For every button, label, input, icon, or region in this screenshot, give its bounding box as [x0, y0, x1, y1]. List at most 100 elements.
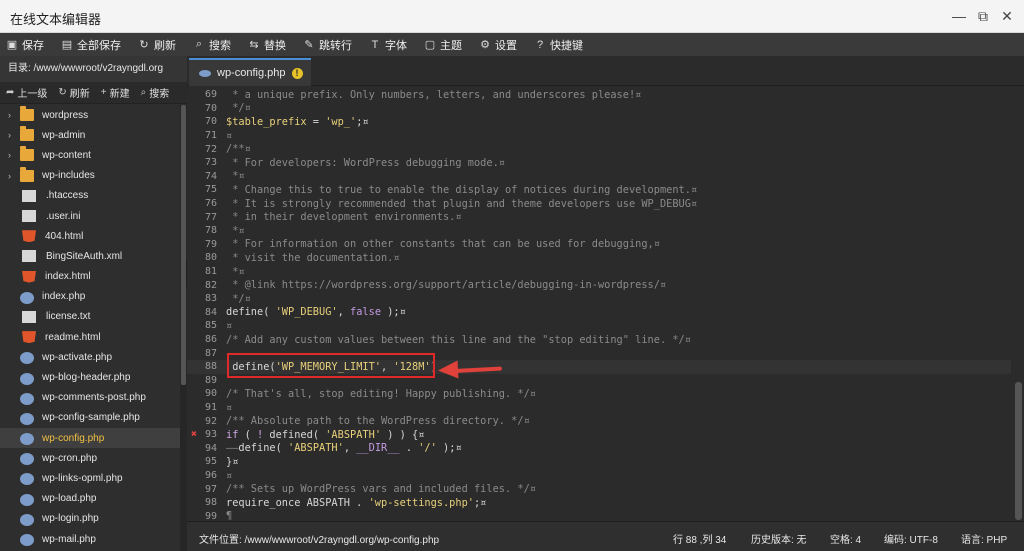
code-line[interactable]: 99 ¶ — [187, 510, 1011, 521]
sidebar-scroll-thumb[interactable] — [181, 105, 186, 385]
sidebar-refresh-label: 刷新 — [69, 89, 90, 100]
code-line[interactable]: 75 * Change this to true to enable the d… — [187, 183, 1011, 197]
sidebar-scrollbar[interactable] — [180, 105, 187, 551]
code-line[interactable]: 74 *¤ — [187, 170, 1011, 184]
file-item[interactable]: › wp-admin — [0, 125, 180, 145]
code-scroll-thumb[interactable] — [1015, 382, 1022, 520]
code-line[interactable]: 94 ——define( 'ABSPATH', __DIR__ . '/' );¤ — [187, 442, 1011, 456]
file-item[interactable]: › wp-includes — [0, 166, 180, 186]
code-line[interactable]: 96 ¤ — [187, 469, 1011, 483]
file-item[interactable]: wp-mail.php — [0, 529, 180, 549]
new-file-button[interactable]: + 新建 — [101, 85, 130, 100]
code-editor[interactable]: 99 ¶ 98 require_once ABSPATH . 'wp-settings… — [187, 86, 1024, 521]
file-item[interactable]: wp-comments-post.php — [0, 388, 180, 408]
code-token: require_once ABSPATH . — [226, 496, 369, 509]
status-history[interactable]: 历史版本: 无 — [751, 531, 807, 546]
code-line[interactable]: 72 /**¤ — [187, 142, 1011, 156]
file-item[interactable]: wp-login.php — [0, 509, 180, 529]
folder-icon — [20, 106, 34, 122]
code-line[interactable]: 92 /** Absolute path to the WordPress dir… — [187, 414, 1011, 428]
file-item[interactable]: index.html — [0, 267, 180, 287]
code-line[interactable]: ✖ 93 if ( ! defined( 'ABSPATH' ) ) {¤ — [187, 428, 1011, 442]
code-line[interactable]: 71 ¤ — [187, 129, 1011, 143]
php-file-icon — [20, 291, 34, 304]
save-button[interactable]: ▣ 保存 — [6, 37, 44, 53]
code-line[interactable]: 81 *¤ — [187, 265, 1011, 279]
file-item[interactable]: license.txt — [0, 307, 180, 327]
line-number: 77 — [204, 211, 217, 223]
code-line[interactable]: 83 */¤ — [187, 292, 1011, 306]
minimize-icon[interactable]: — — [950, 7, 968, 25]
line-number: 84 — [204, 306, 217, 318]
status-language[interactable]: 语言: PHP — [961, 531, 1007, 546]
code-line[interactable]: 80 * visit the documentation.¤ — [187, 251, 1011, 265]
close-icon[interactable]: ✕ — [998, 7, 1016, 25]
code-line[interactable]: 79 * For information on other constants … — [187, 238, 1011, 252]
file-item[interactable]: 404.html — [0, 226, 180, 246]
sidebar-search-button[interactable]: ⌕ 搜索 — [141, 85, 170, 100]
folder-icon — [20, 146, 34, 162]
code-line[interactable]: 78 *¤ — [187, 224, 1011, 238]
code-line[interactable]: 91 ¤ — [187, 401, 1011, 415]
file-item[interactable]: › wordpress — [0, 105, 180, 125]
code-line[interactable]: 70 */¤ — [187, 102, 1011, 116]
maximize-icon[interactable]: ⧉ — [974, 7, 992, 25]
settings-button[interactable]: ⚙ 设置 — [479, 37, 517, 53]
code-token: /** Absolute path to the WordPress direc… — [226, 415, 530, 428]
code-line[interactable]: 97 /** Sets up WordPress vars and include… — [187, 482, 1011, 496]
file-item[interactable]: wp-config-sample.php — [0, 408, 180, 428]
line-number: 83 — [204, 293, 217, 305]
code-line[interactable]: 98 require_once ABSPATH . 'wp-settings.ph… — [187, 496, 1011, 510]
file-item[interactable]: wp-config.php — [0, 428, 180, 449]
file-item[interactable]: wp-links-opml.php — [0, 468, 180, 488]
code-line[interactable]: 70 $table_prefix = 'wp_';¤ — [187, 115, 1011, 129]
file-item[interactable]: .user.ini — [0, 206, 180, 226]
status-encoding[interactable]: 编码: UTF-8 — [884, 531, 938, 546]
font-button[interactable]: T 字体 — [369, 37, 407, 53]
error-marker-icon[interactable]: ✖ — [191, 429, 197, 440]
code-token: ¤ — [226, 319, 233, 332]
file-item[interactable]: › wp-content — [0, 145, 180, 165]
search-button[interactable]: ⌕ 搜索 — [193, 37, 231, 53]
tab-wp-config[interactable]: wp-config.php ! — [189, 58, 311, 86]
code-line[interactable]: 76 * It is strongly recommended that plu… — [187, 197, 1011, 211]
code-token: );¤ — [436, 442, 462, 455]
file-icon — [22, 250, 36, 263]
refresh-button[interactable]: ↻ 刷新 — [138, 37, 176, 53]
code-line[interactable]: 69 * a unique prefix. Only numbers, lett… — [187, 88, 1011, 102]
status-indent[interactable]: 空格: 4 — [830, 531, 861, 546]
file-item[interactable]: wp-activate.php — [0, 347, 180, 367]
goto-line-button[interactable]: ✎ 跳转行 — [303, 37, 352, 53]
file-item[interactable]: BingSiteAuth.xml — [0, 246, 180, 266]
sidebar-refresh-button[interactable]: ↻ 刷新 — [58, 85, 89, 100]
code-line[interactable]: 77 * in their development environments.¤ — [187, 210, 1011, 224]
code-text: require_once ABSPATH . 'wp-settings.php'… — [226, 497, 486, 509]
file-name: index.html — [45, 271, 91, 283]
theme-button[interactable]: ▢ 主题 — [424, 37, 462, 53]
unsaved-badge: ! — [291, 67, 303, 79]
file-item[interactable]: readme.html — [0, 327, 180, 347]
line-number: 74 — [204, 170, 217, 182]
code-line[interactable]: 86 /* Add any custom values between this … — [187, 333, 1011, 347]
code-line[interactable]: 84 define( 'WP_DEBUG', false );¤ — [187, 306, 1011, 320]
replace-button[interactable]: ⇆ 替换 — [248, 37, 286, 53]
annotation-highlight-box — [227, 353, 435, 378]
file-item[interactable]: wp-load.php — [0, 489, 180, 509]
code-line[interactable]: 82 * @link https://wordpress.org/support… — [187, 278, 1011, 292]
code-line[interactable]: 85 ¤ — [187, 319, 1011, 333]
file-item[interactable]: index.php — [0, 287, 180, 307]
shortcuts-button[interactable]: ? 快捷键 — [534, 37, 583, 53]
code-token: */¤ — [226, 102, 251, 115]
up-level-button[interactable]: ➦ 上一级 — [6, 85, 47, 100]
line-number: 71 — [204, 130, 217, 142]
file-item[interactable]: wp-blog-header.php — [0, 367, 180, 387]
file-item[interactable]: wp-cron.php — [0, 448, 180, 468]
file-item[interactable]: .htaccess — [0, 186, 180, 206]
code-token: __DIR__ — [356, 442, 400, 455]
code-scrollbar[interactable] — [1012, 86, 1024, 521]
save-all-button[interactable]: ▤ 全部保存 — [61, 37, 121, 53]
code-line[interactable]: 95}¤ — [187, 455, 1011, 469]
php-file-icon — [20, 473, 34, 486]
code-line[interactable]: 73 * For developers: WordPress debugging… — [187, 156, 1011, 170]
code-line[interactable]: 90 /* That's all, stop editing! Happy pub… — [187, 387, 1011, 401]
